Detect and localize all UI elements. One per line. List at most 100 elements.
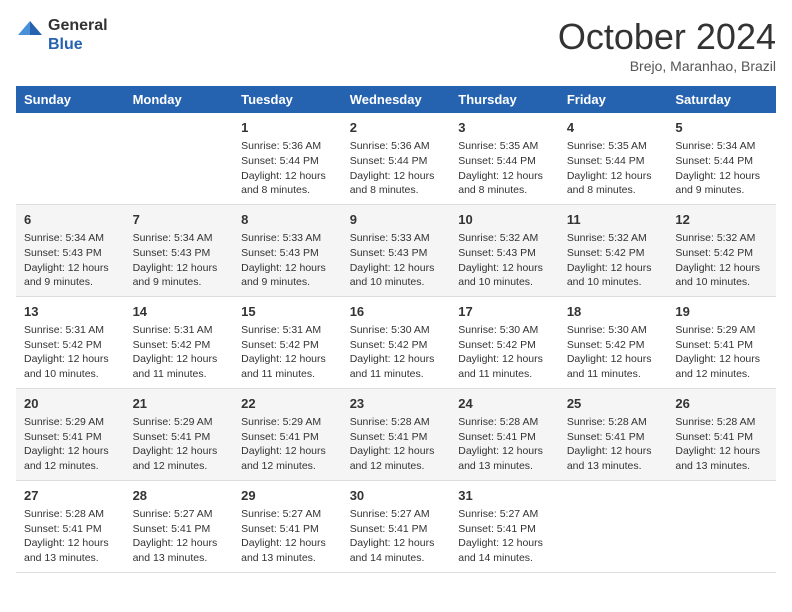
daylight-label: Daylight: 12 hours and 14 minutes. bbox=[458, 537, 543, 564]
sunrise-label: Sunrise: bbox=[241, 140, 282, 152]
calendar-cell: 24 Sunrise: 5:28 AM Sunset: 5:41 PM Dayl… bbox=[450, 388, 559, 480]
sunset-time: 5:41 PM bbox=[63, 431, 102, 443]
sunset-label: Sunset: bbox=[458, 431, 497, 443]
day-number: 16 bbox=[350, 303, 443, 321]
day-info: Sunrise: 5:28 AM Sunset: 5:41 PM Dayligh… bbox=[675, 415, 768, 474]
day-info: Sunrise: 5:30 AM Sunset: 5:42 PM Dayligh… bbox=[458, 323, 551, 382]
daylight-label: Daylight: 12 hours and 12 minutes. bbox=[241, 445, 326, 472]
sunset-label: Sunset: bbox=[241, 523, 280, 535]
day-info: Sunrise: 5:27 AM Sunset: 5:41 PM Dayligh… bbox=[133, 507, 226, 566]
sunset-time: 5:42 PM bbox=[388, 339, 427, 351]
calendar-cell: 28 Sunrise: 5:27 AM Sunset: 5:41 PM Dayl… bbox=[125, 480, 234, 572]
day-info: Sunrise: 5:29 AM Sunset: 5:41 PM Dayligh… bbox=[675, 323, 768, 382]
daylight-label: Daylight: 12 hours and 10 minutes. bbox=[24, 353, 109, 380]
sunrise-label: Sunrise: bbox=[675, 416, 716, 428]
calendar-cell: 6 Sunrise: 5:34 AM Sunset: 5:43 PM Dayli… bbox=[16, 204, 125, 296]
sunset-label: Sunset: bbox=[458, 339, 497, 351]
day-number: 29 bbox=[241, 487, 334, 505]
title-section: October 2024 Brejo, Maranhao, Brazil bbox=[558, 16, 776, 74]
daylight-label: Daylight: 12 hours and 12 minutes. bbox=[24, 445, 109, 472]
sunset-label: Sunset: bbox=[24, 523, 63, 535]
sunset-label: Sunset: bbox=[241, 339, 280, 351]
sunset-label: Sunset: bbox=[567, 247, 606, 259]
calendar-week-5: 27 Sunrise: 5:28 AM Sunset: 5:41 PM Dayl… bbox=[16, 480, 776, 572]
day-info: Sunrise: 5:31 AM Sunset: 5:42 PM Dayligh… bbox=[133, 323, 226, 382]
sunrise-label: Sunrise: bbox=[567, 232, 608, 244]
calendar-cell: 30 Sunrise: 5:27 AM Sunset: 5:41 PM Dayl… bbox=[342, 480, 451, 572]
calendar-cell: 9 Sunrise: 5:33 AM Sunset: 5:43 PM Dayli… bbox=[342, 204, 451, 296]
sunset-time: 5:42 PM bbox=[605, 339, 644, 351]
location-subtitle: Brejo, Maranhao, Brazil bbox=[558, 58, 776, 74]
sunrise-label: Sunrise: bbox=[350, 140, 391, 152]
day-info: Sunrise: 5:32 AM Sunset: 5:42 PM Dayligh… bbox=[675, 231, 768, 290]
day-info: Sunrise: 5:29 AM Sunset: 5:41 PM Dayligh… bbox=[241, 415, 334, 474]
month-title: October 2024 bbox=[558, 16, 776, 58]
calendar-body: 1 Sunrise: 5:36 AM Sunset: 5:44 PM Dayli… bbox=[16, 113, 776, 572]
sunset-time: 5:41 PM bbox=[280, 431, 319, 443]
daylight-label: Daylight: 12 hours and 11 minutes. bbox=[567, 353, 652, 380]
sunset-time: 5:42 PM bbox=[497, 339, 536, 351]
daylight-label: Daylight: 12 hours and 14 minutes. bbox=[350, 537, 435, 564]
calendar-cell: 20 Sunrise: 5:29 AM Sunset: 5:41 PM Dayl… bbox=[16, 388, 125, 480]
sunrise-label: Sunrise: bbox=[458, 416, 499, 428]
sunrise-time: 5:30 AM bbox=[500, 324, 539, 336]
sunset-time: 5:44 PM bbox=[497, 155, 536, 167]
day-info: Sunrise: 5:28 AM Sunset: 5:41 PM Dayligh… bbox=[458, 415, 551, 474]
sunset-time: 5:41 PM bbox=[714, 431, 753, 443]
sunrise-label: Sunrise: bbox=[675, 324, 716, 336]
sunset-time: 5:43 PM bbox=[171, 247, 210, 259]
sunset-label: Sunset: bbox=[350, 247, 389, 259]
calendar-cell: 17 Sunrise: 5:30 AM Sunset: 5:42 PM Dayl… bbox=[450, 296, 559, 388]
day-info: Sunrise: 5:35 AM Sunset: 5:44 PM Dayligh… bbox=[567, 139, 660, 198]
day-info: Sunrise: 5:31 AM Sunset: 5:42 PM Dayligh… bbox=[24, 323, 117, 382]
day-info: Sunrise: 5:31 AM Sunset: 5:42 PM Dayligh… bbox=[241, 323, 334, 382]
sunrise-time: 5:32 AM bbox=[500, 232, 539, 244]
sunset-time: 5:42 PM bbox=[171, 339, 210, 351]
day-info: Sunrise: 5:36 AM Sunset: 5:44 PM Dayligh… bbox=[350, 139, 443, 198]
sunset-label: Sunset: bbox=[675, 339, 714, 351]
logo: General Blue bbox=[16, 16, 108, 54]
sunset-label: Sunset: bbox=[241, 247, 280, 259]
calendar-cell: 1 Sunrise: 5:36 AM Sunset: 5:44 PM Dayli… bbox=[233, 113, 342, 204]
day-info: Sunrise: 5:32 AM Sunset: 5:43 PM Dayligh… bbox=[458, 231, 551, 290]
calendar-cell: 19 Sunrise: 5:29 AM Sunset: 5:41 PM Dayl… bbox=[667, 296, 776, 388]
day-number: 23 bbox=[350, 395, 443, 413]
sunset-label: Sunset: bbox=[458, 155, 497, 167]
daylight-label: Daylight: 12 hours and 9 minutes. bbox=[24, 262, 109, 289]
calendar-cell: 31 Sunrise: 5:27 AM Sunset: 5:41 PM Dayl… bbox=[450, 480, 559, 572]
sunset-label: Sunset: bbox=[458, 247, 497, 259]
sunset-time: 5:41 PM bbox=[280, 523, 319, 535]
sunset-label: Sunset: bbox=[24, 339, 63, 351]
day-number: 10 bbox=[458, 211, 551, 229]
logo-general: General bbox=[48, 16, 108, 35]
sunset-time: 5:41 PM bbox=[171, 523, 210, 535]
day-info: Sunrise: 5:34 AM Sunset: 5:43 PM Dayligh… bbox=[133, 231, 226, 290]
sunset-label: Sunset: bbox=[350, 339, 389, 351]
sunrise-label: Sunrise: bbox=[24, 508, 65, 520]
day-number: 4 bbox=[567, 119, 660, 137]
logo-wordmark: General Blue bbox=[16, 16, 108, 54]
day-info: Sunrise: 5:28 AM Sunset: 5:41 PM Dayligh… bbox=[567, 415, 660, 474]
sunset-label: Sunset: bbox=[350, 523, 389, 535]
sunset-label: Sunset: bbox=[350, 431, 389, 443]
sunrise-time: 5:27 AM bbox=[174, 508, 213, 520]
sunrise-label: Sunrise: bbox=[675, 140, 716, 152]
sunrise-label: Sunrise: bbox=[24, 416, 65, 428]
daylight-label: Daylight: 12 hours and 9 minutes. bbox=[241, 262, 326, 289]
calendar-cell bbox=[667, 480, 776, 572]
sunset-label: Sunset: bbox=[133, 247, 172, 259]
sunrise-time: 5:27 AM bbox=[391, 508, 430, 520]
daylight-label: Daylight: 12 hours and 12 minutes. bbox=[133, 445, 218, 472]
sunset-time: 5:41 PM bbox=[714, 339, 753, 351]
day-number: 31 bbox=[458, 487, 551, 505]
sunset-time: 5:41 PM bbox=[171, 431, 210, 443]
sunrise-time: 5:30 AM bbox=[391, 324, 430, 336]
day-number: 26 bbox=[675, 395, 768, 413]
sunrise-time: 5:27 AM bbox=[283, 508, 322, 520]
daylight-label: Daylight: 12 hours and 12 minutes. bbox=[350, 445, 435, 472]
calendar-cell: 29 Sunrise: 5:27 AM Sunset: 5:41 PM Dayl… bbox=[233, 480, 342, 572]
sunrise-time: 5:32 AM bbox=[608, 232, 647, 244]
calendar-header: SundayMondayTuesdayWednesdayThursdayFrid… bbox=[16, 86, 776, 113]
sunrise-time: 5:32 AM bbox=[717, 232, 756, 244]
daylight-label: Daylight: 12 hours and 13 minutes. bbox=[675, 445, 760, 472]
